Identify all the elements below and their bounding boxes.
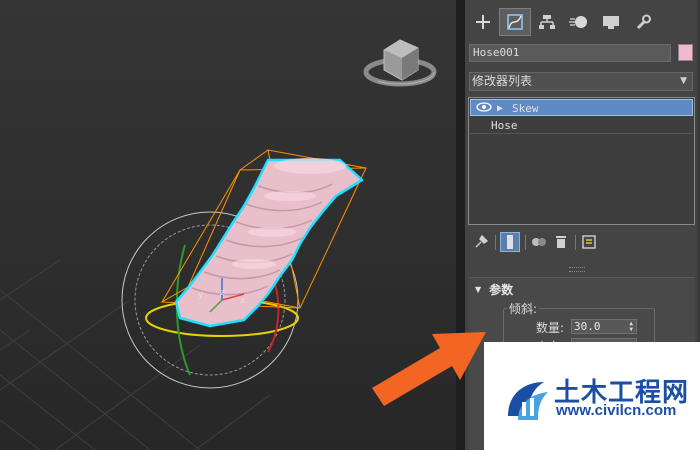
chevron-down-icon: ▼ xyxy=(680,76,687,86)
stack-item-skew[interactable]: ▶ Skew xyxy=(470,99,693,116)
civilcn-logo-icon xyxy=(508,382,548,420)
make-unique-icon[interactable] xyxy=(529,232,549,252)
tab-hierarchy[interactable] xyxy=(531,8,563,36)
wrench-icon xyxy=(636,14,651,30)
configure-sets-icon[interactable] xyxy=(579,232,599,252)
modifier-list-dropdown[interactable]: 修改器列表 ▼ xyxy=(469,72,693,91)
motion-icon xyxy=(569,16,587,28)
skew-group-label: 倾斜: xyxy=(507,300,540,317)
separator xyxy=(525,235,526,250)
plus-icon xyxy=(476,15,490,29)
watermark: 土木工程网 www.civilcn.com xyxy=(484,342,700,450)
pin-stack-icon[interactable] xyxy=(471,232,491,252)
tab-create[interactable] xyxy=(467,8,499,36)
tab-utilities[interactable] xyxy=(627,8,659,36)
svg-text:z: z xyxy=(220,288,225,298)
hierarchy-icon xyxy=(539,15,555,29)
amount-value: 30.0 xyxy=(574,320,601,333)
annotation-arrow-icon xyxy=(372,332,486,406)
stack-item-label: Hose xyxy=(491,119,518,132)
amount-label: 数量: xyxy=(536,321,565,335)
modifier-stack: ▶ Skew Hose xyxy=(468,97,695,225)
spinner-arrows-icon[interactable]: ▲ ▼ xyxy=(629,321,633,333)
show-end-result-icon[interactable] xyxy=(500,232,520,252)
expand-triangle-icon[interactable]: ▶ xyxy=(497,100,503,117)
stack-item-label: Skew xyxy=(512,102,539,115)
watermark-url: www.civilcn.com xyxy=(556,402,677,419)
separator xyxy=(495,235,496,250)
object-color-swatch[interactable] xyxy=(678,44,693,61)
tab-display[interactable] xyxy=(595,8,627,36)
svg-text:y: y xyxy=(198,290,204,300)
modifier-list-label: 修改器列表 xyxy=(472,74,533,88)
stack-item-hose[interactable]: Hose xyxy=(470,117,693,134)
eye-visibility-icon[interactable] xyxy=(476,101,492,113)
rollout-title: 参数 xyxy=(489,283,514,297)
tab-motion[interactable] xyxy=(563,8,595,36)
panel-resize-grip[interactable] xyxy=(569,267,585,272)
separator xyxy=(575,235,576,250)
hose-object[interactable] xyxy=(174,158,364,328)
command-panel-tabs xyxy=(465,8,700,38)
amount-spinner[interactable]: 30.0 ▲ ▼ xyxy=(571,319,637,334)
svg-text:x: x xyxy=(240,296,246,306)
remove-modifier-icon[interactable] xyxy=(551,232,571,252)
object-name-field[interactable]: Hose001 xyxy=(469,44,671,62)
rollout-header[interactable]: ▼ 参数 xyxy=(475,281,513,298)
display-monitor-icon xyxy=(603,16,619,29)
collapse-triangle-icon: ▼ xyxy=(475,285,482,294)
viewcube[interactable] xyxy=(363,39,437,87)
modify-curve-icon xyxy=(507,14,523,30)
stack-toolbar xyxy=(471,232,693,254)
tab-modify[interactable] xyxy=(499,8,531,36)
